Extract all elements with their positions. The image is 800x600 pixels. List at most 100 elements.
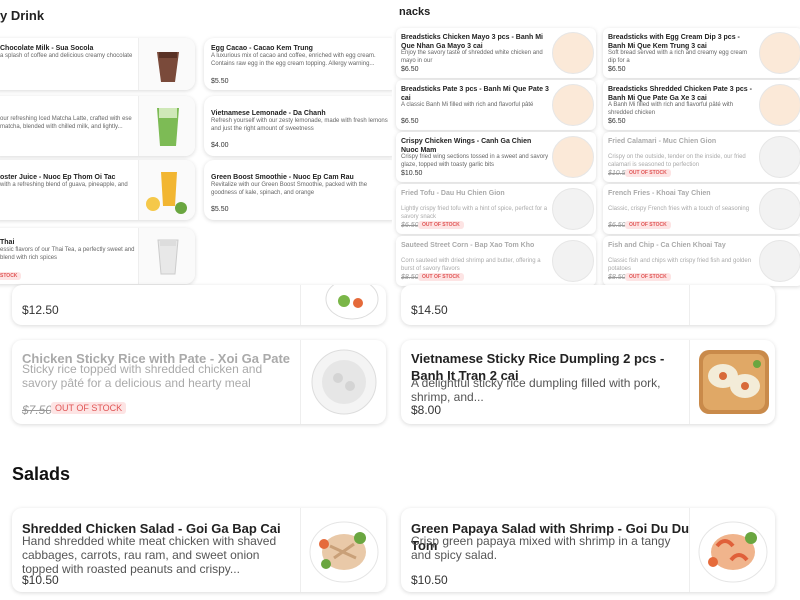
item-desc: a splash of coffee and delicious creamy … [0, 53, 133, 59]
snack-image [552, 32, 594, 74]
out-of-stock-badge: OUT OF STOCK [625, 221, 671, 229]
menu-item-chicken-salad[interactable]: Shredded Chicken Salad - Goi Ga Bap Cai … [12, 508, 386, 592]
item-desc: Classic, crispy French fries with a touc… [608, 206, 750, 212]
snack-item[interactable]: Breadsticks with Egg Cream Dip 3 pcs - B… [603, 28, 800, 78]
snack-item[interactable]: Breadsticks Pate 3 pcs - Banh Mi Que Pat… [396, 80, 596, 130]
snack-image [759, 32, 800, 74]
item-desc: A classic Banh Mi filled with rich and f… [401, 102, 534, 108]
item-desc: Crispy on the outside, tender on the ins… [608, 154, 746, 168]
snack-item[interactable]: French Fries - Khoai Tay Chien Classic, c… [603, 184, 800, 234]
item-title: Breadsticks with Egg Cream Dip 3 pcs - B… [608, 34, 740, 50]
item-desc: Lightly crispy fried tofu with a hint of… [401, 206, 548, 220]
item-desc: Refresh yourself with our zesty lemonade… [211, 118, 388, 132]
snack-item[interactable]: Crispy Chicken Wings - Canh Ga Chien Nuo… [396, 132, 596, 182]
item-title: Green Boost Smoothie - Nuoc Ep Cam Rau [211, 174, 354, 181]
item-price: $6.50 [608, 222, 626, 229]
item-title: Fried Tofu - Dau Hu Chien Gion [401, 190, 505, 197]
item-title: Crispy Chicken Wings - Canh Ga Chien Nuo… [401, 138, 532, 154]
divider [300, 508, 301, 592]
snack-item[interactable]: Fried Calamari - Muc Chien Gion Crispy on… [603, 132, 800, 182]
snack-image [759, 240, 800, 282]
drink-item-green-smoothie[interactable]: Green Boost Smoothie - Nuoc Ep Cam Rau R… [204, 160, 400, 220]
snack-item[interactable]: Breadsticks Chicken Mayo 3 pcs - Banh Mi… [396, 28, 596, 78]
partial-card-right[interactable]: $14.50 [401, 285, 775, 325]
out-of-stock-badge: OUT OF STOCK [51, 402, 127, 414]
item-title: Fish and Chip - Ca Chien Khoai Tay [608, 242, 726, 249]
food-image [309, 521, 379, 583]
menu-item-papaya-salad[interactable]: Green Papaya Salad with Shrimp - Goi Du … [401, 508, 775, 592]
snack-item[interactable]: Breadsticks Shredded Chicken Pate 3 pcs … [603, 80, 800, 130]
divider [300, 340, 301, 424]
item-price: $6.50 [401, 118, 419, 125]
item-price: $7.50 [22, 403, 53, 417]
item-title: Vietnamese Lemonade - Da Chanh [211, 110, 326, 117]
item-desc: Crispy fried wing sections tossed in a s… [401, 154, 549, 168]
item-price: $8.00 [411, 403, 442, 417]
snacks-section-title: nacks [399, 6, 431, 18]
item-title: Egg Cacao - Cacao Kem Trung [211, 45, 313, 52]
snack-image [759, 188, 800, 230]
menu-item-chicken-sticky-rice[interactable]: Chicken Sticky Rice with Pate - Xoi Ga P… [12, 340, 386, 424]
snack-item[interactable]: Fish and Chip - Ca Chien Khoai Tay Classi… [603, 236, 800, 286]
food-image [698, 521, 768, 583]
item-price: $10.50 [401, 170, 423, 177]
item-desc: Hand shredded white meat chicken with sh… [22, 534, 277, 576]
item-title: Fried Calamari - Muc Chien Gion [608, 138, 717, 145]
item-title: oster Juice - Nuoc Ep Thom Oi Tac [0, 174, 116, 181]
divider [300, 285, 301, 325]
item-price: $6.50 [401, 66, 419, 73]
item-price: $6.50 [401, 222, 419, 229]
item-price: $14.50 [411, 303, 448, 317]
item-desc: Crisp green papaya mixed with shrimp in … [411, 534, 671, 562]
item-price: $8.50 [608, 274, 626, 281]
item-price: $5.50 [211, 206, 229, 213]
item-title: Breadsticks Shredded Chicken Pate 3 pcs … [608, 86, 752, 102]
out-of-stock-badge: OUT OF STOCK [418, 221, 464, 229]
drink-section-title: y Drink [0, 8, 45, 23]
item-title: Breadsticks Chicken Mayo 3 pcs - Banh Mi… [401, 34, 543, 50]
item-price: $10.50 [22, 573, 59, 587]
item-desc: A Banh Mi filled with rich and flavorful… [608, 102, 734, 116]
item-title: Breadsticks Pate 3 pcs - Banh Mi Que Pat… [401, 86, 549, 102]
item-desc: with a refreshing blend of guava, pineap… [0, 182, 128, 188]
drink-item-thai-tea[interactable]: Thai essic flavors of our Thai Tea, a pe… [0, 228, 195, 284]
snack-image [552, 136, 594, 178]
snack-item[interactable]: Fried Tofu - Dau Hu Chien Gion Lightly cr… [396, 184, 596, 234]
drink-item-egg-cacao[interactable]: Egg Cacao - Cacao Kem Trung A luxurious … [204, 38, 400, 90]
item-desc: Enjoy the savory taste of shredded white… [401, 50, 543, 64]
salads-section-title: Salads [12, 464, 71, 484]
divider [689, 508, 690, 592]
menu-item-sticky-rice-dumpling[interactable]: Vietnamese Sticky Rice Dumpling 2 pcs - … [401, 340, 775, 424]
drink-item-matcha[interactable]: our refreshing Iced Matcha Latte, crafte… [0, 96, 195, 156]
item-desc: A luxurious mix of cacao and coffee, enr… [211, 53, 376, 67]
item-title: French Fries - Khoai Tay Chien [608, 190, 711, 197]
item-desc: A delightful sticky rice dumpling filled… [411, 376, 661, 404]
out-of-stock-badge: OUT OF STOCK [625, 273, 671, 281]
drink-image [138, 38, 195, 90]
snack-image [552, 240, 594, 282]
partial-card-left[interactable]: $12.50 [12, 285, 386, 325]
item-price: $8.50 [401, 274, 419, 281]
out-of-stock-badge: OUT OF STOCK [625, 169, 671, 177]
snack-image [759, 84, 800, 126]
item-price: $6.50 [608, 118, 626, 125]
item-price: $5.50 [211, 78, 229, 85]
item-price: $12.50 [22, 303, 59, 317]
item-price: $4.00 [211, 142, 229, 149]
drink-item-juice[interactable]: oster Juice - Nuoc Ep Thom Oi Tac with a… [0, 160, 195, 220]
item-desc: Soft bread served with a rich and creamy… [608, 50, 748, 64]
drink-item-chocolate-milk[interactable]: Chocolate Milk - Sua Socola a splash of … [0, 38, 195, 90]
snack-item[interactable]: Sauteed Street Corn - Bap Xao Tom Kho Cor… [396, 236, 596, 286]
item-title: Chocolate Milk - Sua Socola [0, 45, 94, 52]
snack-image [552, 188, 594, 230]
item-price: $6.50 [608, 66, 626, 73]
drink-image [138, 228, 195, 284]
divider [689, 285, 690, 325]
drink-item-lemonade[interactable]: Vietnamese Lemonade - Da Chanh Refresh y… [204, 96, 400, 156]
item-desc: essic flavors of our Thai Tea, a perfect… [0, 247, 135, 261]
food-image [311, 349, 377, 415]
food-image [699, 350, 769, 414]
divider [689, 340, 690, 424]
drink-image [138, 96, 195, 156]
item-desc: our refreshing Iced Matcha Latte, crafte… [0, 116, 132, 130]
